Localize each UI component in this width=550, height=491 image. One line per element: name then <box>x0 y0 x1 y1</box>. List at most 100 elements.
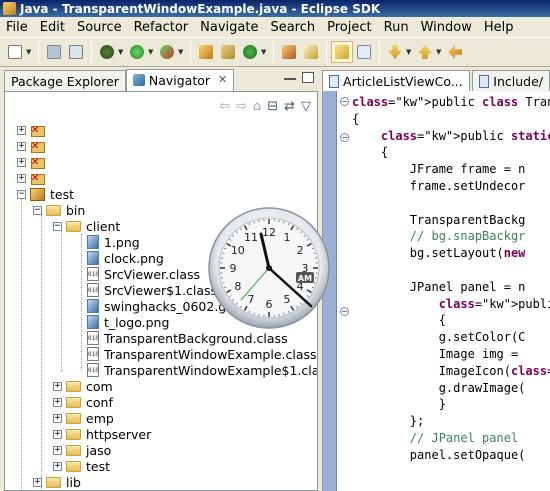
new-icon[interactable] <box>4 41 26 63</box>
menu-edit[interactable]: Edit <box>34 20 71 35</box>
clock-number: 6 <box>266 298 273 311</box>
menu-navigate[interactable]: Navigate <box>194 20 264 35</box>
new-class-icon[interactable] <box>239 41 261 63</box>
code-line: class="kw">public static void ma <box>380 128 550 143</box>
debug-icon[interactable] <box>96 41 118 63</box>
show-whitespace-icon[interactable] <box>353 41 375 63</box>
tree-item[interactable]: t_logo.png <box>87 314 169 330</box>
back-icon[interactable]: ⇦ <box>219 99 230 114</box>
expand-icon[interactable]: + <box>53 397 62 407</box>
new-dropdown-icon[interactable]: ▼ <box>26 48 34 56</box>
new-java-project-icon[interactable] <box>195 41 217 63</box>
expand-icon[interactable]: + <box>53 413 62 423</box>
tree-item-label: test <box>50 186 75 202</box>
expand-icon[interactable]: + <box>33 477 42 487</box>
expand-icon[interactable]: + <box>53 445 62 455</box>
maximize-icon[interactable] <box>302 72 314 83</box>
tree-item-label: SrcViewer$1.class <box>104 282 218 298</box>
new-class-dropdown-icon[interactable]: ▼ <box>261 48 269 56</box>
minimize-icon[interactable] <box>284 72 296 80</box>
tree-item[interactable]: + <box>17 154 49 170</box>
tree-item[interactable]: + <box>17 138 49 154</box>
next-annotation-icon[interactable] <box>384 41 406 63</box>
run-icon[interactable] <box>126 41 148 63</box>
tree-item[interactable]: 010 SrcViewer$1.class <box>87 282 217 298</box>
tree-item[interactable]: clock.png <box>87 250 164 266</box>
next-annotation-dropdown-icon[interactable]: ▼ <box>406 48 414 56</box>
menu-refactor[interactable]: Refactor <box>128 20 195 35</box>
expand-icon[interactable]: + <box>53 381 62 391</box>
menu-project[interactable]: Project <box>321 20 377 35</box>
tree-item[interactable]: + httpserver <box>53 426 151 442</box>
tree-item[interactable]: − client <box>53 218 120 234</box>
up-icon[interactable]: ⌂ <box>253 99 261 114</box>
tab-package-explorer[interactable]: Package Explorer <box>4 70 126 91</box>
tree-item[interactable]: + com <box>53 378 113 394</box>
tree-item-label: conf <box>86 394 113 410</box>
tree-item[interactable]: + jaso <box>53 442 111 458</box>
menu-run[interactable]: Run <box>378 20 415 35</box>
expand-icon[interactable]: + <box>53 429 62 439</box>
fold-toggle-icon[interactable]: − <box>340 97 349 106</box>
editor-tab-article-list[interactable]: ArticleListViewCo... <box>322 70 470 91</box>
toolbar-separator <box>326 42 327 62</box>
run-dropdown-icon[interactable]: ▼ <box>148 48 156 56</box>
tree-item[interactable]: 010 TransparentWindowExample.class <box>87 346 317 362</box>
class-file-icon: 010 <box>87 363 99 377</box>
tree-item[interactable]: 010 SrcViewer.class <box>87 266 200 282</box>
search-icon[interactable] <box>300 41 322 63</box>
prev-annotation-dropdown-icon[interactable]: ▼ <box>436 48 444 56</box>
menu-search[interactable]: Search <box>264 20 321 35</box>
collapse-icon[interactable]: − <box>33 205 42 215</box>
tree-item[interactable]: 010 TransparentWindowExample$1.class <box>87 362 317 378</box>
link-with-editor-icon[interactable]: ⇄ <box>284 99 295 114</box>
fold-toggle-icon[interactable]: − <box>340 307 349 316</box>
collapse-icon[interactable]: − <box>53 221 62 231</box>
tree-item[interactable]: + test <box>53 458 110 474</box>
menu-help[interactable]: Help <box>478 20 520 35</box>
prev-annotation-icon[interactable] <box>414 41 436 63</box>
tree-item[interactable]: 1.png <box>87 234 140 250</box>
menu-window[interactable]: Window <box>415 20 478 35</box>
open-type-icon[interactable] <box>278 41 300 63</box>
external-tools-icon[interactable] <box>156 41 178 63</box>
forward-icon[interactable]: ⇨ <box>236 99 247 114</box>
expand-icon[interactable]: + <box>17 157 26 167</box>
external-tools-dropdown-icon[interactable]: ▼ <box>178 48 186 56</box>
expand-icon[interactable]: + <box>17 173 26 183</box>
print-icon[interactable] <box>65 41 87 63</box>
tree-item[interactable]: + <box>17 122 49 138</box>
save-icon[interactable] <box>43 41 65 63</box>
tree-item[interactable]: + <box>17 170 49 186</box>
menu-source[interactable]: Source <box>71 20 128 35</box>
tree-item[interactable]: 010 TransparentBackground.class <box>87 330 288 346</box>
tree-item[interactable]: + emp <box>53 410 114 426</box>
collapse-icon[interactable]: − <box>17 189 26 199</box>
expand-icon[interactable]: + <box>17 125 26 135</box>
tree-item[interactable]: + conf <box>53 394 113 410</box>
expand-icon[interactable]: + <box>17 141 26 151</box>
tree-item[interactable]: − test <box>17 186 74 202</box>
new-package-icon[interactable] <box>217 41 239 63</box>
tree-item-label: lib <box>66 474 81 490</box>
clock-number: 8 <box>234 280 241 293</box>
close-icon[interactable]: ✕ <box>218 73 227 86</box>
view-menu-icon[interactable]: ▽ <box>301 99 311 114</box>
tree-guide-line <box>21 194 22 490</box>
tree-item-label: clock.png <box>104 250 164 266</box>
debug-dropdown-icon[interactable]: ▼ <box>118 48 126 56</box>
tab-navigator[interactable]: Navigator ✕ <box>125 69 235 91</box>
back-icon[interactable] <box>444 41 466 63</box>
transparent-clock-window[interactable]: 12 1234567891011 AM <box>207 206 331 330</box>
folder-icon <box>66 396 81 408</box>
editor-tab-include[interactable]: Include/ <box>471 70 550 91</box>
menu-file[interactable]: File <box>0 20 34 35</box>
tree-item[interactable]: + lib <box>33 474 81 490</box>
tree-item-label: client <box>86 218 121 234</box>
collapse-all-icon[interactable]: ⊟ <box>267 99 278 114</box>
toggle-mark-occurrences-icon[interactable] <box>331 41 353 63</box>
java-editor[interactable]: − − − class="kw">public class Transparen… <box>322 91 550 491</box>
tree-item[interactable]: − bin <box>33 202 85 218</box>
expand-icon[interactable]: + <box>53 461 62 471</box>
fold-toggle-icon[interactable]: − <box>340 133 349 142</box>
